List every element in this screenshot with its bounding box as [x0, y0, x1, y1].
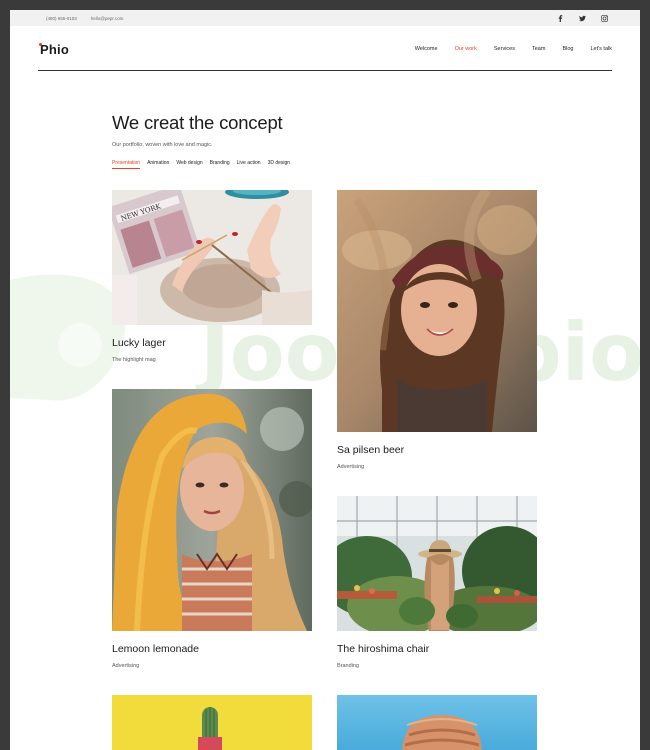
portfolio-title[interactable]: Lemoon lemonade — [112, 643, 312, 655]
page-frame: (480) 555-0103 hello@pepr.com Phio Welco… — [10, 10, 640, 750]
filter-live-action[interactable]: Live action — [237, 160, 261, 169]
top-bar: (480) 555-0103 hello@pepr.com — [10, 10, 640, 26]
portfolio-title[interactable]: The hiroshima chair — [337, 643, 537, 655]
portfolio-image-knitting[interactable]: NEW YORK — [112, 190, 312, 325]
nav-blog[interactable]: Blog — [562, 46, 573, 52]
main-nav: Welcome Our work Services Team Blog Let'… — [415, 46, 612, 52]
portfolio-category[interactable]: The highlight mag — [112, 357, 312, 363]
email-address[interactable]: hello@pepr.com — [91, 16, 124, 21]
portfolio-image-smiling-woman[interactable] — [337, 190, 537, 432]
portfolio-card[interactable]: The hiroshima chair Branding — [337, 496, 537, 669]
portfolio-image-greenhouse[interactable] — [337, 496, 537, 631]
filter-animation[interactable]: Animation — [147, 160, 169, 169]
category-filters: Presentation Animation Web design Brandi… — [112, 160, 290, 169]
portfolio-image-cactus[interactable] — [112, 695, 312, 750]
portfolio-title[interactable]: Sa pilsen beer — [337, 444, 537, 456]
contact-info: (480) 555-0103 hello@pepr.com — [46, 16, 123, 21]
facebook-icon[interactable] — [556, 14, 564, 22]
nav-team[interactable]: Team — [532, 46, 545, 52]
logo-text: Phio — [40, 41, 69, 57]
logo-dot — [39, 42, 42, 46]
nav-our-work[interactable]: Our work — [455, 46, 477, 52]
filter-web-design[interactable]: Web design — [176, 160, 202, 169]
logo[interactable]: Phio — [39, 41, 69, 57]
social-links — [556, 14, 608, 22]
portfolio-category[interactable]: Branding — [337, 663, 537, 669]
phone-number[interactable]: (480) 555-0103 — [46, 16, 77, 21]
filter-branding[interactable]: Branding — [210, 160, 230, 169]
nav-lets-talk[interactable]: Let's talk — [590, 46, 612, 52]
nav-services[interactable]: Services — [494, 46, 515, 52]
watermark-logo: Joomlabio — [10, 274, 640, 401]
header-divider — [38, 70, 612, 71]
portfolio-card[interactable] — [337, 695, 537, 750]
portfolio-intro: We creat the concept Our portfolio, wove… — [112, 112, 290, 169]
portfolio-card[interactable]: NEW YORK Lucky lager The highlight mag — [112, 190, 312, 363]
page-title: We creat the concept — [112, 112, 283, 133]
instagram-icon[interactable] — [600, 14, 608, 22]
portfolio-card[interactable]: Lemoon lemonade Advertising — [112, 389, 312, 669]
portfolio-image-straw-hat[interactable] — [337, 695, 537, 750]
portfolio-category[interactable]: Advertising — [337, 464, 537, 470]
page-subtitle: Our portfolio, woven with love and magic… — [112, 142, 213, 148]
filter-3d-design[interactable]: 3D design — [268, 160, 291, 169]
site-header: Phio Welcome Our work Services Team Blog… — [10, 26, 640, 72]
portfolio-image-yellow-scarf[interactable] — [112, 389, 312, 631]
filter-presentation[interactable]: Presentation — [112, 160, 141, 169]
twitter-icon[interactable] — [578, 14, 586, 22]
nav-welcome[interactable]: Welcome — [415, 46, 438, 52]
portfolio-title[interactable]: Lucky lager — [112, 337, 312, 349]
portfolio-card[interactable]: Sa pilsen beer Advertising — [337, 190, 537, 470]
portfolio-card[interactable] — [112, 695, 312, 750]
portfolio-category[interactable]: Advertising — [112, 663, 312, 669]
